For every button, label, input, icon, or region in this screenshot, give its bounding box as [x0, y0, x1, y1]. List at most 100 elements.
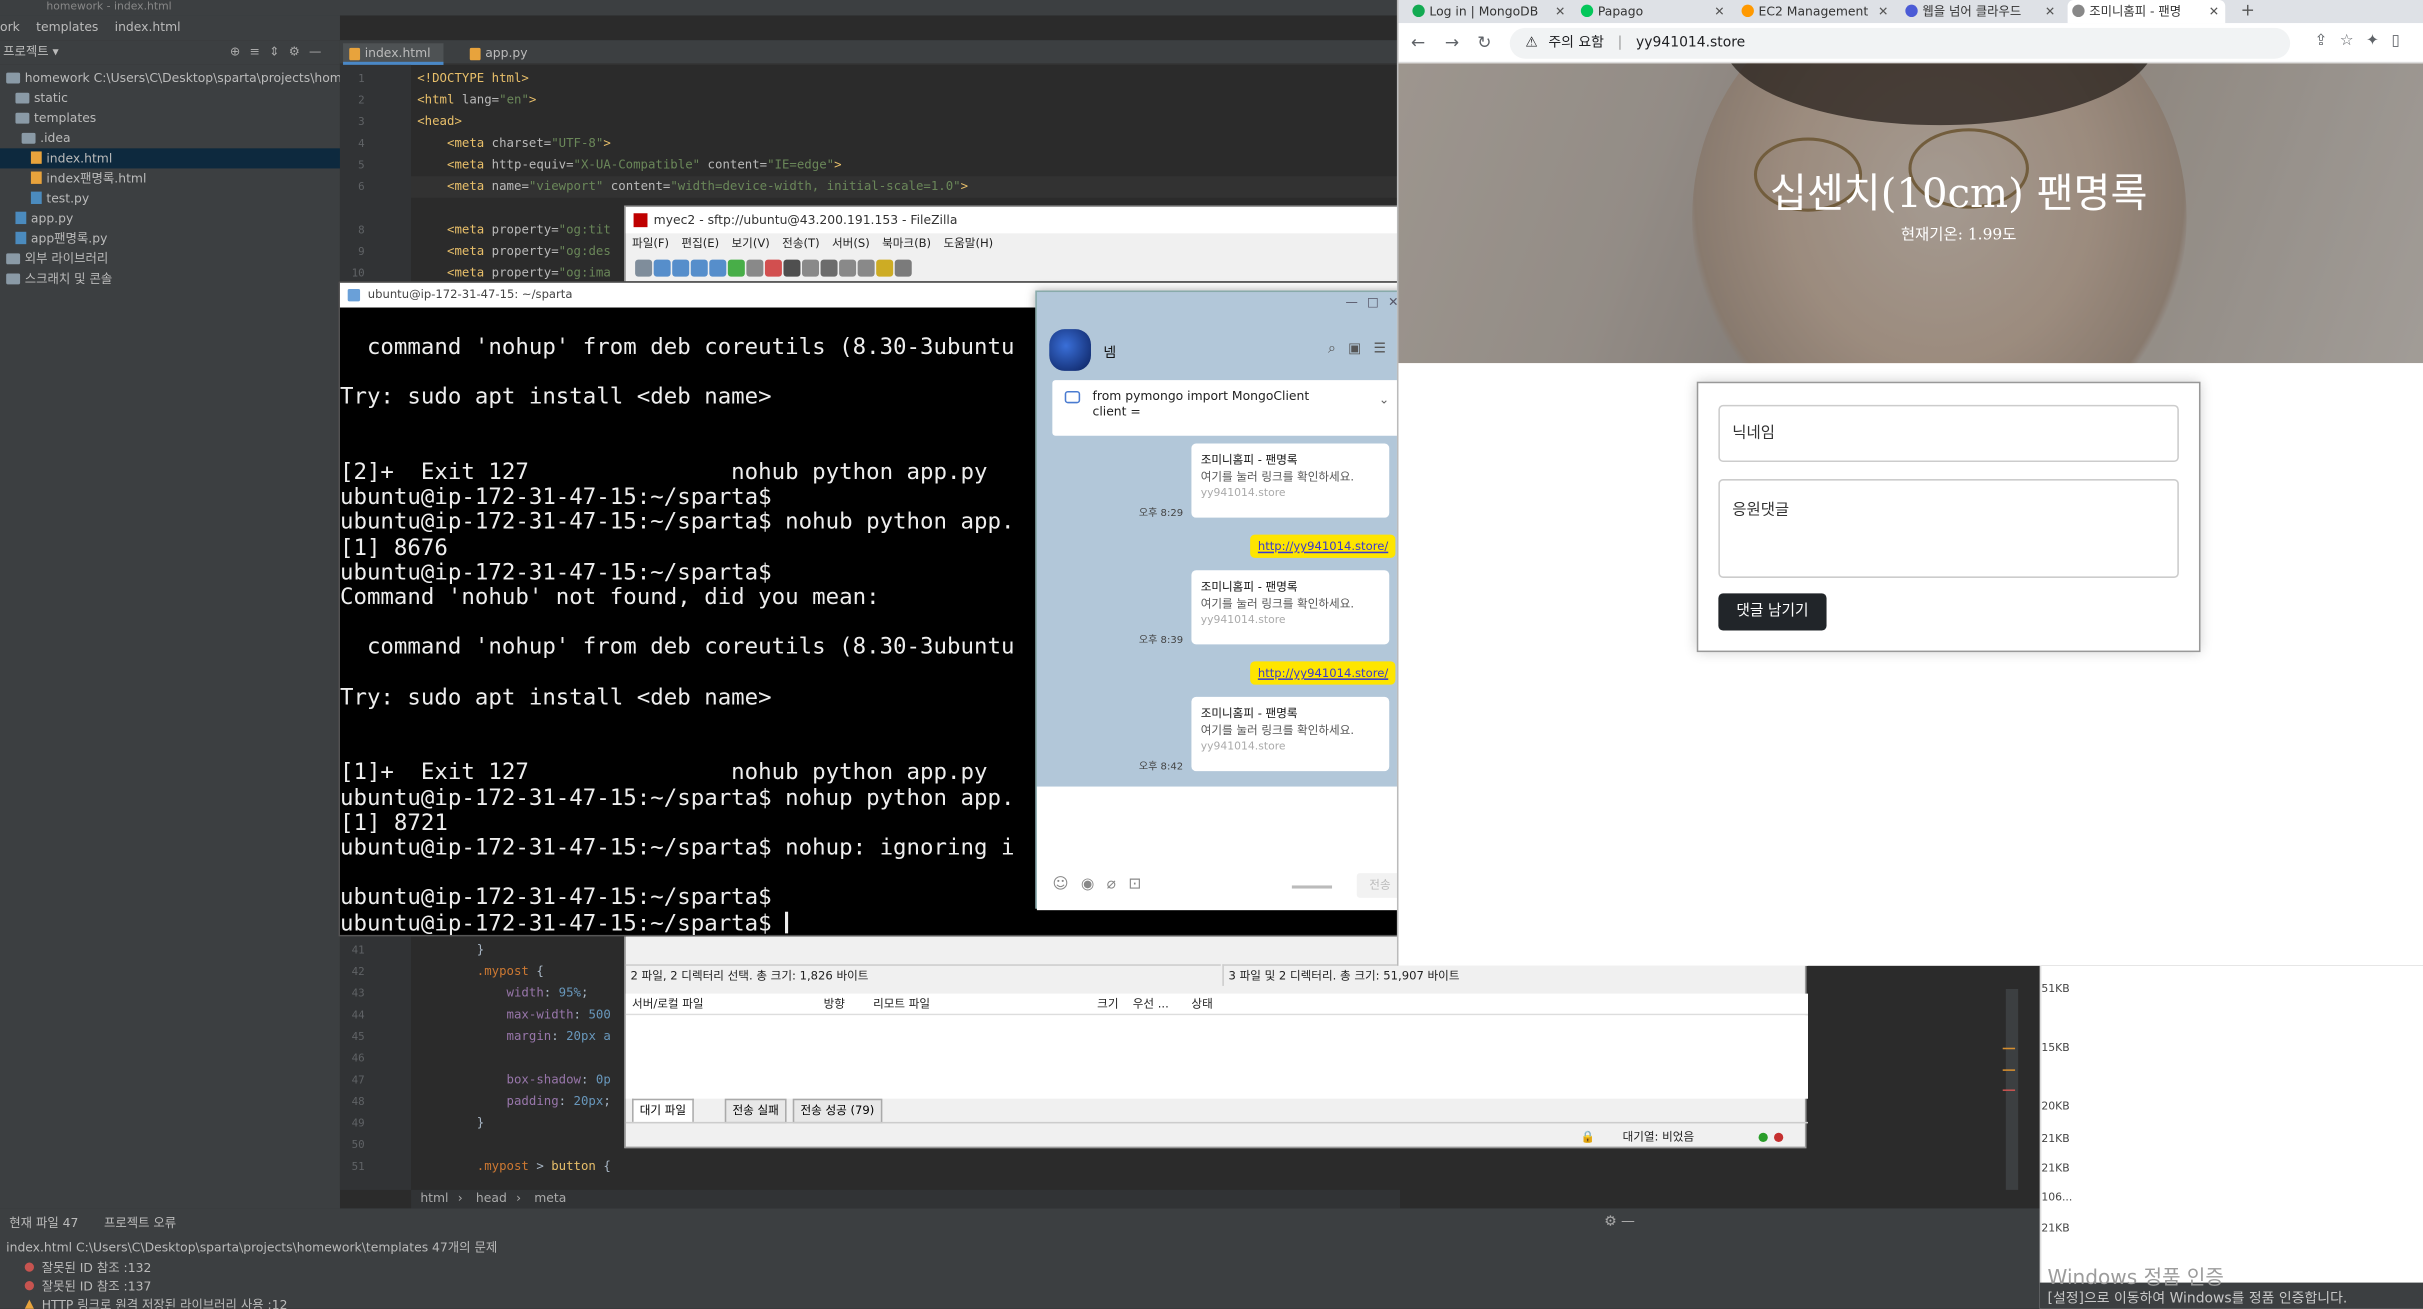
col-local-file[interactable]: 서버/로컬 파일: [632, 994, 704, 1016]
project-toolbar-icons[interactable]: ⊕≡⇕⚙—: [230, 40, 331, 65]
code-line[interactable]: .mypost {: [417, 961, 544, 983]
input-toolbar-icons[interactable]: ☺◉⌀⊡: [1052, 876, 1153, 893]
tab-queued-files[interactable]: 대기 파일: [632, 1098, 694, 1122]
menu-item[interactable]: 편집(E): [681, 236, 719, 250]
pinned-notice[interactable]: from pymongo import MongoClient client =…: [1052, 380, 1402, 436]
toolbar-icon[interactable]: [839, 259, 857, 277]
tree-item[interactable]: static: [0, 88, 340, 108]
crumb-item[interactable]: templates: [36, 20, 98, 34]
problem-file-row[interactable]: index.html C:\Users\C\Desktop\sparta\pro…: [0, 1239, 497, 1258]
code-line[interactable]: <meta name="viewport" content="width=dev…: [417, 176, 968, 198]
browser-tab[interactable]: EC2 Management ✕: [1737, 0, 1895, 23]
tab-app-py[interactable]: app.py: [464, 43, 540, 65]
crumb-item[interactable]: index.html: [115, 20, 181, 34]
problem-row[interactable]: 잘못된 ID 참조 :137: [0, 1278, 151, 1297]
close-tab-icon[interactable]: ✕: [1714, 0, 1724, 23]
tree-item[interactable]: .idea: [0, 128, 340, 148]
opacity-slider[interactable]: [1291, 885, 1333, 889]
toolbar-icon[interactable]: [746, 259, 764, 277]
menu-item[interactable]: 도움말(H): [943, 236, 993, 250]
url-text[interactable]: yy941014.store: [1636, 36, 1745, 51]
col-status[interactable]: 상태: [1191, 994, 1212, 1016]
chat-header-icons[interactable]: ⌕▣☰: [1328, 342, 1399, 357]
code-line[interactable]: padding: 20px;: [417, 1091, 611, 1113]
avatar[interactable]: [1049, 329, 1091, 371]
col-priority[interactable]: 우선 ...: [1133, 994, 1169, 1016]
warning-marker[interactable]: [2002, 1047, 2016, 1050]
browser-tab[interactable]: Papago ✕: [1576, 0, 1731, 23]
tree-item[interactable]: index.html: [0, 148, 340, 169]
toolbar-icon[interactable]: [876, 259, 894, 277]
code-line[interactable]: <!DOCTYPE html>: [417, 68, 529, 90]
problem-row[interactable]: 잘못된 ID 참조 :132: [0, 1259, 151, 1278]
tree-item[interactable]: index팬명록.html: [0, 168, 340, 188]
new-tab-icon[interactable]: +: [2241, 0, 2255, 22]
link-preview-card[interactable]: 조미니홈피 - 팬명록 여기를 눌러 링크를 확인하세요. yy941014.sto…: [1191, 570, 1390, 645]
toolbar-icon[interactable]: [672, 259, 690, 277]
toolbar-icon[interactable]: [894, 259, 912, 277]
problem-row[interactable]: HTTP 링크로 원격 저장된 라이브러리 사용 :12: [0, 1297, 287, 1309]
submit-comment-button[interactable]: 댓글 남기기: [1718, 593, 1827, 631]
code-line[interactable]: <meta http-equiv="X-UA-Compatible" conte…: [417, 155, 842, 177]
security-label[interactable]: 주의 요함: [1548, 36, 1604, 51]
code-line[interactable]: <html lang="en">: [417, 90, 536, 112]
tree-item[interactable]: app.py: [0, 209, 340, 229]
col-direction[interactable]: 방향: [824, 994, 845, 1016]
tab-index-html[interactable]: index.html: [343, 43, 443, 65]
tree-item[interactable]: test.py: [0, 189, 340, 209]
col-size[interactable]: 크기: [1097, 994, 1118, 1016]
tree-item[interactable]: templates: [0, 108, 340, 128]
toolbar-icons[interactable]: ⇪☆✦▯: [2314, 32, 2412, 49]
tab-project-errors[interactable]: 프로젝트 오류: [104, 1216, 176, 1230]
menu-item[interactable]: 서버(S): [832, 236, 870, 250]
code-line[interactable]: max-width: 500: [417, 1004, 611, 1026]
toolbar-icon[interactable]: [653, 259, 671, 277]
link-message[interactable]: http://yy941014.store/: [1250, 661, 1396, 685]
col-remote-file[interactable]: 리모트 파일: [873, 994, 930, 1016]
link-preview-card[interactable]: 조미니홈피 - 팬명록 여기를 눌러 링크를 확인하세요. yy941014.sto…: [1191, 696, 1390, 772]
toolbar-icon[interactable]: [820, 259, 838, 277]
reload-icon[interactable]: ↻: [1477, 32, 1491, 52]
code-line[interactable]: .mypost > button {: [417, 1156, 611, 1178]
code-line[interactable]: box-shadow: 0p: [417, 1069, 611, 1091]
close-tab-icon[interactable]: ✕: [2209, 0, 2219, 23]
browser-tab[interactable]: 웹을 넘어 클라우드 ✕: [1901, 0, 2062, 23]
browser-tab[interactable]: 조미니홈피 - 팬명 ✕: [2067, 0, 2226, 24]
warning-marker[interactable]: [2002, 1069, 2016, 1071]
message-input-area[interactable]: ☺◉⌀⊡ 전송: [1036, 786, 1418, 911]
code-line[interactable]: }: [417, 940, 484, 962]
tree-item[interactable]: homework C:\Users\C\Desktop\sparta\proje…: [0, 68, 379, 88]
crumb-html[interactable]: html: [420, 1191, 448, 1205]
tab-failed-transfers[interactable]: 전송 실패: [724, 1098, 787, 1124]
toolbar-icon[interactable]: [857, 259, 875, 277]
tab-successful-transfers[interactable]: 전송 성공 (79): [792, 1098, 883, 1124]
browser-tab[interactable]: Log in | MongoDB ✕: [1408, 0, 1572, 23]
forward-icon[interactable]: →: [1445, 32, 1459, 52]
toolbar-icon[interactable]: [764, 259, 782, 277]
tree-item[interactable]: 외부 라이브러리: [0, 249, 340, 269]
tree-item[interactable]: 스크래치 및 콘솔: [0, 269, 340, 289]
tab-current-file[interactable]: 현재 파일 47: [9, 1216, 78, 1230]
crumb-meta[interactable]: meta: [534, 1191, 566, 1205]
crumb-item[interactable]: ork: [0, 20, 20, 34]
toolbar-icon[interactable]: [635, 259, 653, 277]
code-line[interactable]: <meta charset="UTF-8">: [417, 133, 611, 155]
toolbar-icon[interactable]: [727, 259, 745, 277]
link-message[interactable]: http://yy941014.store/: [1250, 534, 1396, 558]
menu-item[interactable]: 보기(V): [732, 236, 770, 250]
link-preview-card[interactable]: 조미니홈피 - 팬명록 여기를 눌러 링크를 확인하세요. yy941014.sto…: [1191, 443, 1390, 518]
toolbar-icon[interactable]: [783, 259, 801, 277]
warning-icon[interactable]: ⚠: [1525, 36, 1537, 51]
chevron-down-icon[interactable]: ⌄: [1379, 393, 1389, 408]
code-line[interactable]: margin: 20px a: [417, 1026, 611, 1048]
code-line[interactable]: }: [417, 1113, 484, 1135]
error-marker[interactable]: [2002, 1089, 2016, 1091]
code-line[interactable]: <head>: [417, 111, 462, 133]
close-tab-icon[interactable]: ✕: [1878, 0, 1888, 23]
queue-list[interactable]: [625, 1015, 1809, 1099]
toolbar-icon[interactable]: [802, 259, 820, 277]
code-line[interactable]: <meta property="og:des: [417, 241, 611, 263]
code-line[interactable]: width: 95%;: [417, 983, 589, 1005]
back-icon[interactable]: ←: [1411, 32, 1425, 52]
comment-textarea[interactable]: 응원댓글: [1718, 479, 2179, 578]
